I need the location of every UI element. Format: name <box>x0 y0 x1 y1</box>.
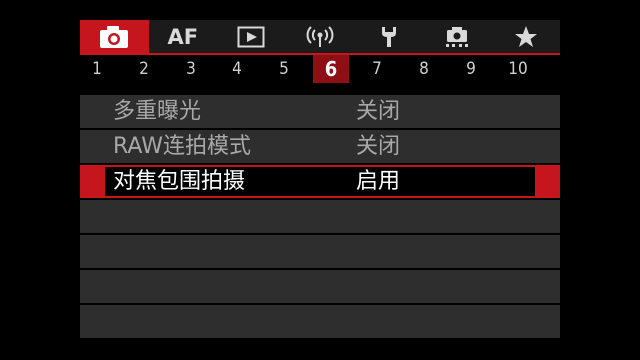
page-7[interactable]: 7 <box>359 55 395 83</box>
menu-item-value: 关闭 <box>356 99 401 124</box>
menu-item-raw-burst[interactable]: RAW连拍模式 关闭 <box>80 130 560 163</box>
tab-custom[interactable] <box>423 20 492 53</box>
page-number-row: 1 2 3 4 5 6 7 8 9 10 <box>80 55 560 83</box>
star-icon <box>514 25 537 47</box>
menu-tab-bar: AF <box>80 20 560 55</box>
page-5[interactable]: 5 <box>266 55 302 83</box>
menu-item-focus-bracketing[interactable]: 对焦包围拍摄 启用 <box>80 165 560 198</box>
wrench-icon <box>381 26 396 47</box>
tab-my-menu[interactable] <box>491 20 560 53</box>
custom-camera-icon <box>446 26 469 47</box>
tab-setup[interactable] <box>354 20 423 53</box>
menu-item-label: RAW连拍模式 <box>113 134 251 159</box>
page-9[interactable]: 9 <box>453 55 489 83</box>
menu-item-label: 对焦包围拍摄 <box>113 169 246 194</box>
page-1[interactable]: 1 <box>79 55 115 83</box>
menu-item-multiple-exposure[interactable]: 多重曝光 关闭 <box>80 95 560 128</box>
tab-camera[interactable] <box>80 20 149 53</box>
page-3[interactable]: 3 <box>173 55 209 83</box>
menu-item-empty <box>80 235 560 268</box>
page-4[interactable]: 4 <box>219 55 255 83</box>
page-2[interactable]: 2 <box>126 55 162 83</box>
wireless-icon <box>306 25 334 47</box>
page-8[interactable]: 8 <box>406 55 442 83</box>
playback-icon <box>237 26 265 47</box>
menu-item-value: 启用 <box>356 169 401 194</box>
page-10[interactable]: 10 <box>500 55 536 83</box>
page-6-active[interactable]: 6 <box>313 55 349 83</box>
camera-icon <box>100 25 129 48</box>
camera-menu-screen: AF 1 2 3 4 5 6 7 8 9 10 多重曝光 关闭 RAW连拍模式 … <box>80 20 560 338</box>
tab-playback[interactable] <box>217 20 286 53</box>
tab-af[interactable]: AF <box>149 20 218 53</box>
menu-item-value: 关闭 <box>356 134 401 159</box>
af-tab-label: AF <box>167 24 199 49</box>
menu-item-label: 多重曝光 <box>113 99 202 124</box>
menu-item-empty <box>80 305 560 338</box>
menu-item-empty <box>80 200 560 233</box>
tab-wireless[interactable] <box>286 20 355 53</box>
menu-item-empty <box>80 270 560 303</box>
